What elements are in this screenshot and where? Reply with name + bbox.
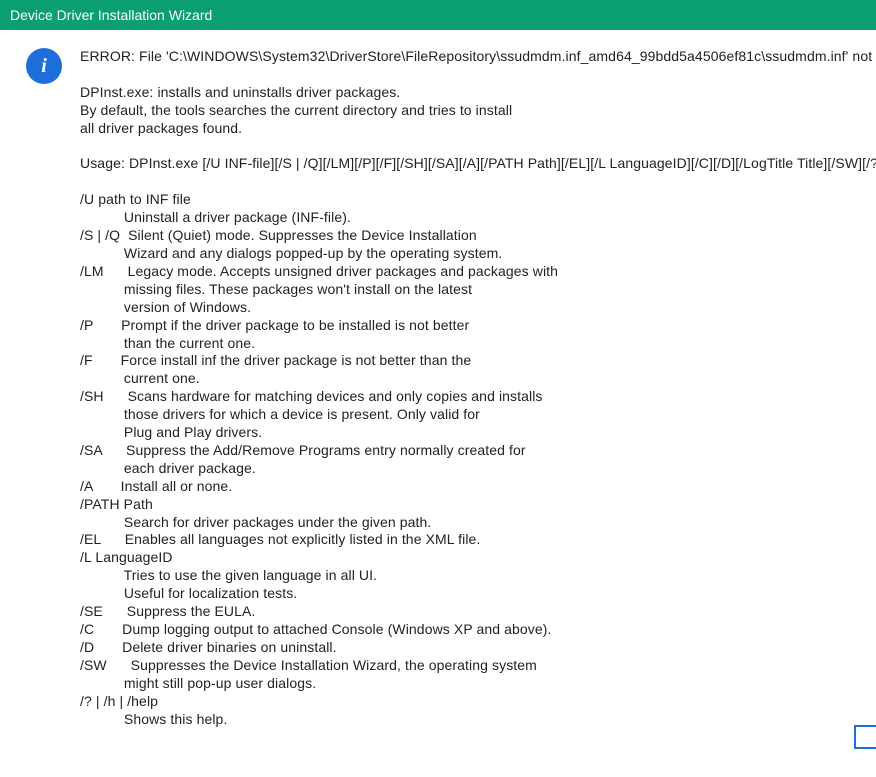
opt-sh: Plug and Play drivers. xyxy=(80,424,262,440)
opt-f: /F Force install inf the driver package … xyxy=(80,352,471,368)
opt-help: /? | /h | /help xyxy=(80,693,158,709)
error-line: ERROR: File 'C:\WINDOWS\System32\DriverS… xyxy=(80,48,876,64)
opt-u: /U path to INF file xyxy=(80,191,191,207)
dialog-client-area: i ERROR: File 'C:\WINDOWS\System32\Drive… xyxy=(0,30,876,759)
opt-p: /P Prompt if the driver package to be in… xyxy=(80,317,469,333)
opt-l: Useful for localization tests. xyxy=(80,585,297,601)
opt-l: Tries to use the given language in all U… xyxy=(80,567,377,583)
dialog-button-partial[interactable] xyxy=(854,725,876,749)
opt-sq: Wizard and any dialogs popped-up by the … xyxy=(80,245,502,261)
opt-a: /A Install all or none. xyxy=(80,478,232,494)
opt-l: /L LanguageID xyxy=(80,549,173,565)
opt-f: current one. xyxy=(80,370,200,386)
opt-u: Uninstall a driver package (INF-file). xyxy=(80,209,351,225)
opt-sa: each driver package. xyxy=(80,460,256,476)
opt-el: /EL Enables all languages not explicitly… xyxy=(80,531,480,547)
opt-lm: /LM Legacy mode. Accepts unsigned driver… xyxy=(80,263,558,279)
opt-lm: missing files. These packages won't inst… xyxy=(80,281,472,297)
opt-p: than the current one. xyxy=(80,335,255,351)
opt-d: /D Delete driver binaries on uninstall. xyxy=(80,639,337,655)
opt-help: Shows this help. xyxy=(80,711,227,727)
dpinst-desc-3: all driver packages found. xyxy=(80,120,242,136)
opt-path: /PATH Path xyxy=(80,496,153,512)
window-title: Device Driver Installation Wizard xyxy=(10,7,212,23)
opt-c: /C Dump logging output to attached Conso… xyxy=(80,621,552,637)
opt-sh: /SH Scans hardware for matching devices … xyxy=(80,388,543,404)
opt-lm: version of Windows. xyxy=(80,299,251,315)
dpinst-desc-1: DPInst.exe: installs and uninstalls driv… xyxy=(80,84,400,100)
opt-sq: /S | /Q Silent (Quiet) mode. Suppresses … xyxy=(80,227,477,243)
opt-sh: those drivers for which a device is pres… xyxy=(80,406,480,422)
message-text: ERROR: File 'C:\WINDOWS\System32\DriverS… xyxy=(80,48,876,728)
info-icon-glyph: i xyxy=(41,55,47,78)
opt-path: Search for driver packages under the giv… xyxy=(80,514,431,530)
info-icon: i xyxy=(26,48,62,84)
opt-sw: might still pop-up user dialogs. xyxy=(80,675,316,691)
opt-sa: /SA Suppress the Add/Remove Programs ent… xyxy=(80,442,526,458)
opt-sw: /SW Suppresses the Device Installation W… xyxy=(80,657,537,673)
opt-se: /SE Suppress the EULA. xyxy=(80,603,255,619)
dpinst-desc-2: By default, the tools searches the curre… xyxy=(80,102,512,118)
window-titlebar[interactable]: Device Driver Installation Wizard xyxy=(0,0,876,30)
usage-line: Usage: DPInst.exe [/U INF-file][/S | /Q]… xyxy=(80,155,876,171)
